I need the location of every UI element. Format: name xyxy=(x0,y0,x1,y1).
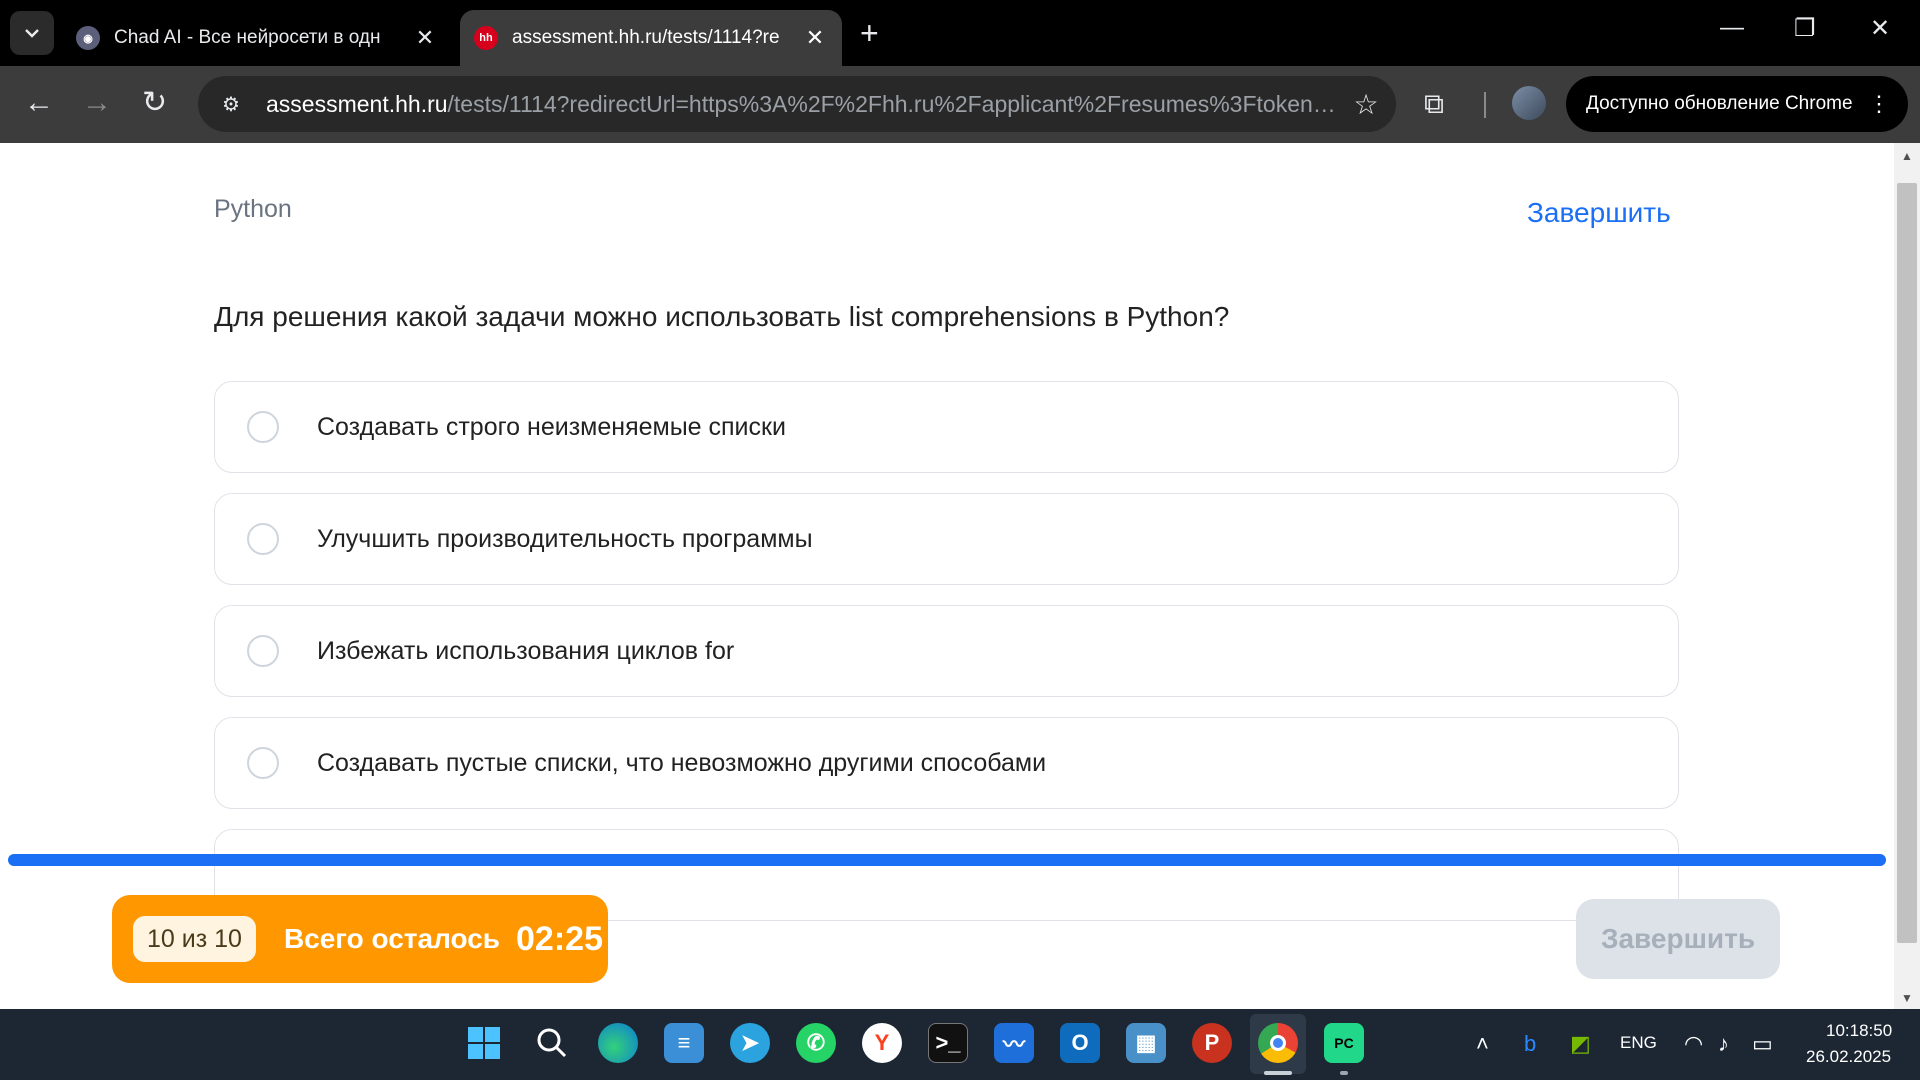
search-icon[interactable] xyxy=(532,1023,572,1063)
window-close-icon[interactable]: ✕ xyxy=(1870,14,1890,43)
timer-value: 02:25 xyxy=(516,919,603,958)
restore-icon[interactable]: ❐ xyxy=(1794,14,1816,43)
url-path: /tests/1114?redirectUrl=https%3A%2F%2Fhh… xyxy=(447,90,1336,117)
chevron-down-icon xyxy=(25,29,39,38)
reload-icon[interactable]: ↻ xyxy=(142,88,167,118)
update-label: Доступно обновление Chrome xyxy=(1586,93,1853,114)
windows-start-icon[interactable] xyxy=(464,1023,504,1063)
bookmark-star-icon[interactable]: ☆ xyxy=(1336,88,1396,121)
control-panel-icon[interactable]: ▦ xyxy=(1126,1023,1166,1063)
radio-button[interactable] xyxy=(247,747,279,779)
timer-panel: 10 из 10 Всего осталось 02:25 xyxy=(112,895,608,983)
radio-button[interactable] xyxy=(247,635,279,667)
address-bar[interactable]: ⚙ assessment.hh.ru/tests/1114?redirectUr… xyxy=(198,76,1396,132)
page-scrollbar[interactable]: ▲ ▼ xyxy=(1894,143,1920,1009)
question-text: Для решения какой задачи можно использов… xyxy=(214,301,1230,332)
progress-bar xyxy=(8,854,1886,866)
scroll-down-arrow-icon[interactable]: ▼ xyxy=(1901,991,1913,1005)
url-host: assessment.hh.ru xyxy=(266,90,448,117)
hh-favicon-icon: hh xyxy=(474,26,498,50)
option-label: Избежать использования циклов for xyxy=(317,636,735,665)
telegram-icon[interactable]: ➤ xyxy=(730,1023,770,1063)
browser-toolbar: ← → ↻ ⚙ assessment.hh.ru/tests/1114?redi… xyxy=(0,66,1920,143)
pycharm-icon[interactable]: PC xyxy=(1324,1023,1364,1063)
language-indicator[interactable]: ENG xyxy=(1620,1033,1657,1053)
url-text[interactable]: assessment.hh.ru/tests/1114?redirectUrl=… xyxy=(266,91,1336,118)
question-counter: 10 из 10 xyxy=(133,916,256,962)
forward-arrow-icon[interactable]: → xyxy=(82,88,112,118)
tab-title: Chad AI - Все нейросети в одн xyxy=(114,27,381,48)
chrome-update-button[interactable]: Доступно обновление Chrome ⋮ xyxy=(1566,76,1908,132)
answer-option-1[interactable]: Создавать строго неизменяемые списки xyxy=(214,381,1679,473)
answer-option-2[interactable]: Улучшить производительность программы xyxy=(214,493,1679,585)
back-arrow-icon[interactable]: ← xyxy=(24,88,54,118)
edge-browser-icon[interactable] xyxy=(598,1023,638,1063)
notepad-icon[interactable]: ≡ xyxy=(664,1023,704,1063)
battery-icon[interactable]: ▭ xyxy=(1752,1031,1773,1057)
option-label: Создавать пустые списки, что невозможно … xyxy=(317,748,1047,777)
toolbar-divider xyxy=(1484,92,1486,118)
tab-chad-ai[interactable]: ◉ Chad AI - Все нейросети в одн ✕ xyxy=(62,10,452,66)
test-page: Python Завершить Для решения какой задач… xyxy=(0,143,1894,1009)
chrome-icon[interactable] xyxy=(1258,1023,1298,1063)
chad-ai-favicon-icon: ◉ xyxy=(76,26,100,50)
timer-label: Всего осталось xyxy=(283,923,501,954)
tab-search-button[interactable] xyxy=(10,11,54,55)
minimize-icon[interactable]: — xyxy=(1720,14,1744,42)
browser-tab-bar: ◉ Chad AI - Все нейросети в одн ✕ hh ass… xyxy=(0,0,1920,66)
close-icon[interactable]: ✕ xyxy=(802,25,828,51)
volume-icon[interactable]: ♪ xyxy=(1718,1031,1729,1057)
nvidia-icon[interactable]: ◩ xyxy=(1570,1031,1591,1057)
chrome-running-indicator xyxy=(1264,1071,1292,1075)
outlook-icon[interactable]: O xyxy=(1060,1023,1100,1063)
option-label: Улучшить производительность программы xyxy=(317,524,813,553)
yandex-browser-icon[interactable]: Y xyxy=(862,1023,902,1063)
option-label: Создавать строго неизменяемые списки xyxy=(317,412,786,441)
finish-button[interactable]: Завершить xyxy=(1576,899,1780,979)
profile-avatar[interactable] xyxy=(1512,86,1546,120)
scroll-up-arrow-icon[interactable]: ▲ xyxy=(1901,149,1913,163)
scroll-thumb[interactable] xyxy=(1897,183,1917,943)
publisher-app-icon[interactable]: P xyxy=(1192,1023,1232,1063)
resource-monitor-icon[interactable]: 〰 xyxy=(994,1023,1034,1063)
whatsapp-icon[interactable]: ✆ xyxy=(796,1023,836,1063)
answer-option-4[interactable]: Создавать пустые списки, что невозможно … xyxy=(214,717,1679,809)
answer-option-3[interactable]: Избежать использования циклов for xyxy=(214,605,1679,697)
extensions-puzzle-icon[interactable]: ⧉ xyxy=(1424,88,1444,121)
close-icon[interactable]: ✕ xyxy=(412,25,438,51)
show-hidden-icons-chevron-icon[interactable]: ˄ xyxy=(1476,1031,1489,1057)
more-menu-icon[interactable]: ⋮ xyxy=(1868,91,1890,117)
windows-taskbar: ≡ ➤ ✆ Y >_ 〰 O ▦ P PC ˄ b ◩ ENG ◠ ♪ ▭ 10… xyxy=(0,1009,1920,1080)
wifi-icon[interactable]: ◠ xyxy=(1684,1031,1703,1057)
tab-assessment[interactable]: hh assessment.hh.ru/tests/1114?re ✕ xyxy=(460,10,842,66)
radio-button[interactable] xyxy=(247,411,279,443)
bing-icon[interactable]: b xyxy=(1524,1031,1536,1057)
site-settings-icon[interactable]: ⚙ xyxy=(216,89,246,119)
test-subject: Python xyxy=(214,195,292,223)
pycharm-running-indicator xyxy=(1340,1071,1348,1075)
clock-date[interactable]: 26.02.2025 xyxy=(1806,1047,1891,1067)
terminal-icon[interactable]: >_ xyxy=(928,1023,968,1063)
finish-link[interactable]: Завершить xyxy=(1527,197,1671,229)
tab-title: assessment.hh.ru/tests/1114?re xyxy=(512,27,780,48)
radio-button[interactable] xyxy=(247,523,279,555)
clock-time[interactable]: 10:18:50 xyxy=(1826,1021,1892,1041)
new-tab-plus-icon[interactable]: + xyxy=(860,14,879,52)
